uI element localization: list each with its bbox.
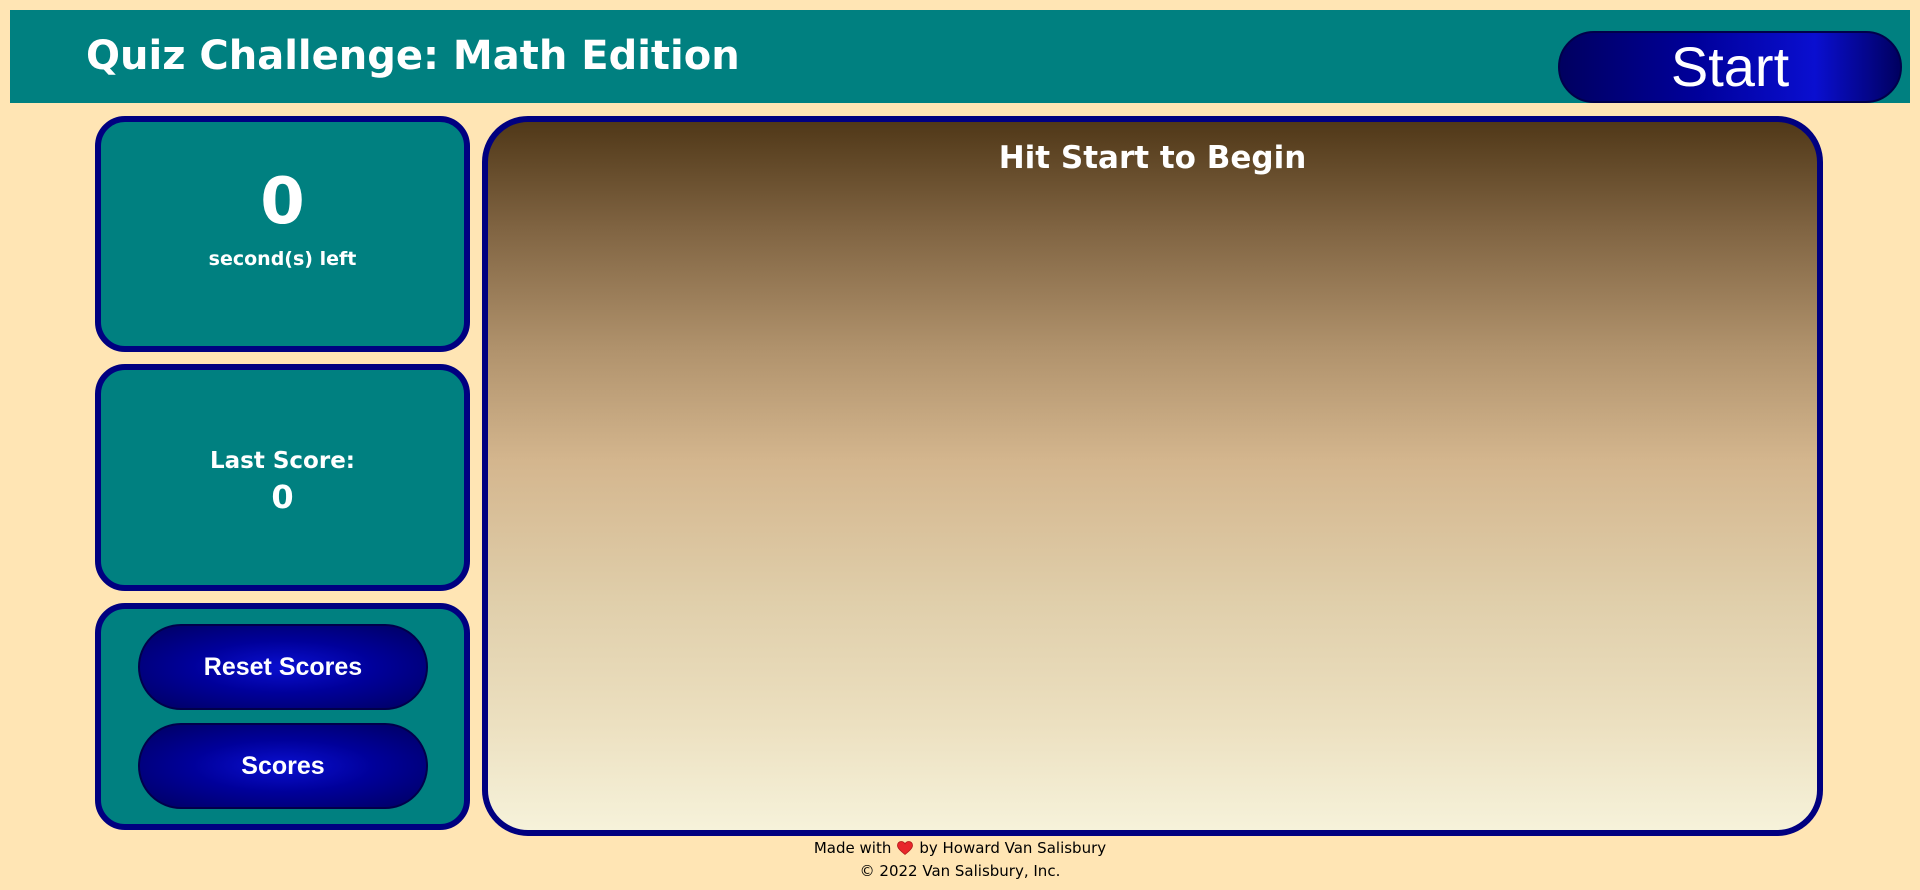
app-title: Quiz Challenge: Math Edition (86, 33, 740, 79)
header-bar: Quiz Challenge: Math Edition Start (10, 10, 1910, 103)
start-button[interactable]: Start (1558, 31, 1902, 103)
quiz-area: Hit Start to Begin (482, 116, 1823, 836)
quiz-prompt: Hit Start to Begin (998, 140, 1307, 176)
scores-button[interactable]: Scores (138, 723, 428, 809)
last-score-value: 0 (271, 478, 294, 516)
reset-scores-button[interactable]: Reset Scores (138, 624, 428, 710)
timer-value: 0 (260, 165, 305, 239)
timer-unit-label: second(s) left (208, 248, 357, 270)
last-score-panel: Last Score: 0 (95, 364, 470, 591)
footer-author: by Howard Van Salisbury (919, 839, 1107, 857)
footer-made-with: Made with (813, 839, 892, 857)
footer-copyright: © 2022 Van Salisbury, Inc. (859, 862, 1061, 880)
last-score-label: Last Score: (209, 448, 355, 474)
timer-panel: 0 second(s) left (95, 116, 470, 352)
controls-panel: Reset Scores Scores (95, 603, 470, 830)
heart-icon (897, 840, 914, 861)
footer-credit: Made with by Howard Van Salisbury (0, 838, 1920, 861)
footer: Made with by Howard Van Salisbury © 2022 … (0, 838, 1920, 882)
